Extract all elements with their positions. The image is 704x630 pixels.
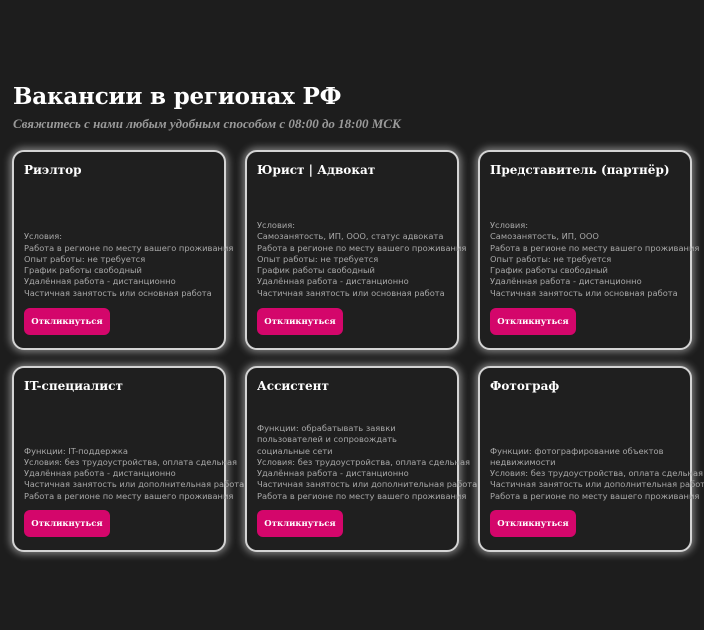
apply-button[interactable]: Откликнуться [24, 308, 110, 335]
card-description: Условия: Самозанятость, ИП, ООО Работа в… [490, 219, 700, 299]
card-line: Опыт работы: не требуется [24, 253, 146, 264]
card-line: Опыт работы: не требуется [490, 253, 612, 264]
card-line: Удалённая работа - дистанционно [490, 276, 642, 287]
card-line: Самозанятость, ИП, ООО [490, 231, 599, 242]
card-description: Функции: фотографирование объектов недви… [490, 445, 704, 502]
card-line: Условия: без трудоустройства, оплата сде… [490, 468, 704, 479]
card-line: Условия: без трудоустройства, оплата сде… [24, 456, 238, 467]
card-line: Опыт работы: не требуется [257, 253, 379, 264]
card-line: Условия: без трудоустройства, оплата сде… [257, 456, 471, 467]
card-line: Условия: [490, 219, 529, 230]
card-line: График работы свободный [24, 265, 142, 276]
card-line: Работа в регионе по месту вашего прожива… [24, 490, 234, 501]
card-title: Риэлтор [24, 163, 82, 177]
card-description: Условия: Работа в регионе по месту вашег… [24, 231, 234, 299]
card-line: Частичная занятость или дополнительная р… [490, 479, 704, 490]
apply-button[interactable]: Откликнуться [490, 510, 576, 537]
vacancy-card-assistant: Ассистент Функции: обрабатывать заявки п… [245, 366, 478, 552]
vacancy-card-realtor: Риэлтор Условия: Работа в регионе по мес… [12, 150, 234, 350]
card-line: Удалённая работа - дистанционно [24, 468, 176, 479]
card-line: Удалённая работа - дистанционно [24, 276, 176, 287]
card-line: Частичная занятость или основная работа [490, 287, 678, 298]
card-line: График работы свободный [257, 265, 375, 276]
apply-button[interactable]: Откликнуться [257, 308, 343, 335]
card-line: Функции: IT-поддержка [24, 445, 129, 456]
card-line: Условия: [24, 231, 63, 242]
card-line: Работа в регионе по месту вашего прожива… [257, 242, 467, 253]
card-title: IT-специалист [24, 379, 123, 393]
card-title: Фотограф [490, 379, 560, 393]
card-line: Функции: обрабатывать заявки пользовател… [257, 422, 397, 456]
card-description: Функции: IT-поддержка Условия: без трудо… [24, 445, 245, 502]
card-line: График работы свободный [490, 265, 608, 276]
card-line: Работа в регионе по месту вашего прожива… [490, 242, 700, 253]
card-line: Самозанятость, ИП, ООО, статус адвоката [257, 231, 444, 242]
card-line: Работа в регионе по месту вашего прожива… [257, 490, 467, 501]
card-title: Ассистент [257, 379, 329, 393]
vacancy-card-it-specialist: IT-специалист Функции: IT-поддержка Усло… [12, 366, 245, 552]
page: Вакансии в регионах РФ Свяжитесь с нами … [0, 0, 704, 630]
page-subtitle: Свяжитесь с нами любым удобным способом … [13, 116, 401, 131]
apply-button[interactable]: Откликнуться [24, 510, 110, 537]
card-line: Работа в регионе по месту вашего прожива… [490, 490, 700, 501]
card-description: Условия: Самозанятость, ИП, ООО, статус … [257, 219, 467, 299]
card-line: Частичная занятость или дополнительная р… [257, 479, 478, 490]
card-line: Условия: [257, 219, 296, 230]
card-title: Представитель (партнёр) [490, 163, 670, 177]
card-line: Частичная занятость или основная работа [257, 287, 445, 298]
vacancy-grid: Риэлтор Условия: Работа в регионе по мес… [12, 150, 704, 552]
card-line: Функции: фотографирование объектов недви… [490, 445, 664, 467]
vacancy-card-representative: Представитель (партнёр) Условия: Самозан… [478, 150, 700, 350]
apply-button[interactable]: Откликнуться [490, 308, 576, 335]
vacancy-card-lawyer: Юрист | Адвокат Условия: Самозанятость, … [245, 150, 467, 350]
vacancy-card-photographer: Фотограф Функции: фотографирование объек… [478, 366, 704, 552]
card-line: Частичная занятость или дополнительная р… [24, 479, 245, 490]
card-line: Работа в регионе по месту вашего прожива… [24, 242, 234, 253]
page-title: Вакансии в регионах РФ [13, 83, 342, 110]
card-title: Юрист | Адвокат [257, 163, 376, 177]
card-line: Частичная занятость или основная работа [24, 287, 212, 298]
card-line: Удалённая работа - дистанционно [257, 276, 409, 287]
card-line: Удалённая работа - дистанционно [257, 468, 409, 479]
card-description: Функции: обрабатывать заявки пользовател… [257, 422, 478, 502]
apply-button[interactable]: Откликнуться [257, 510, 343, 537]
